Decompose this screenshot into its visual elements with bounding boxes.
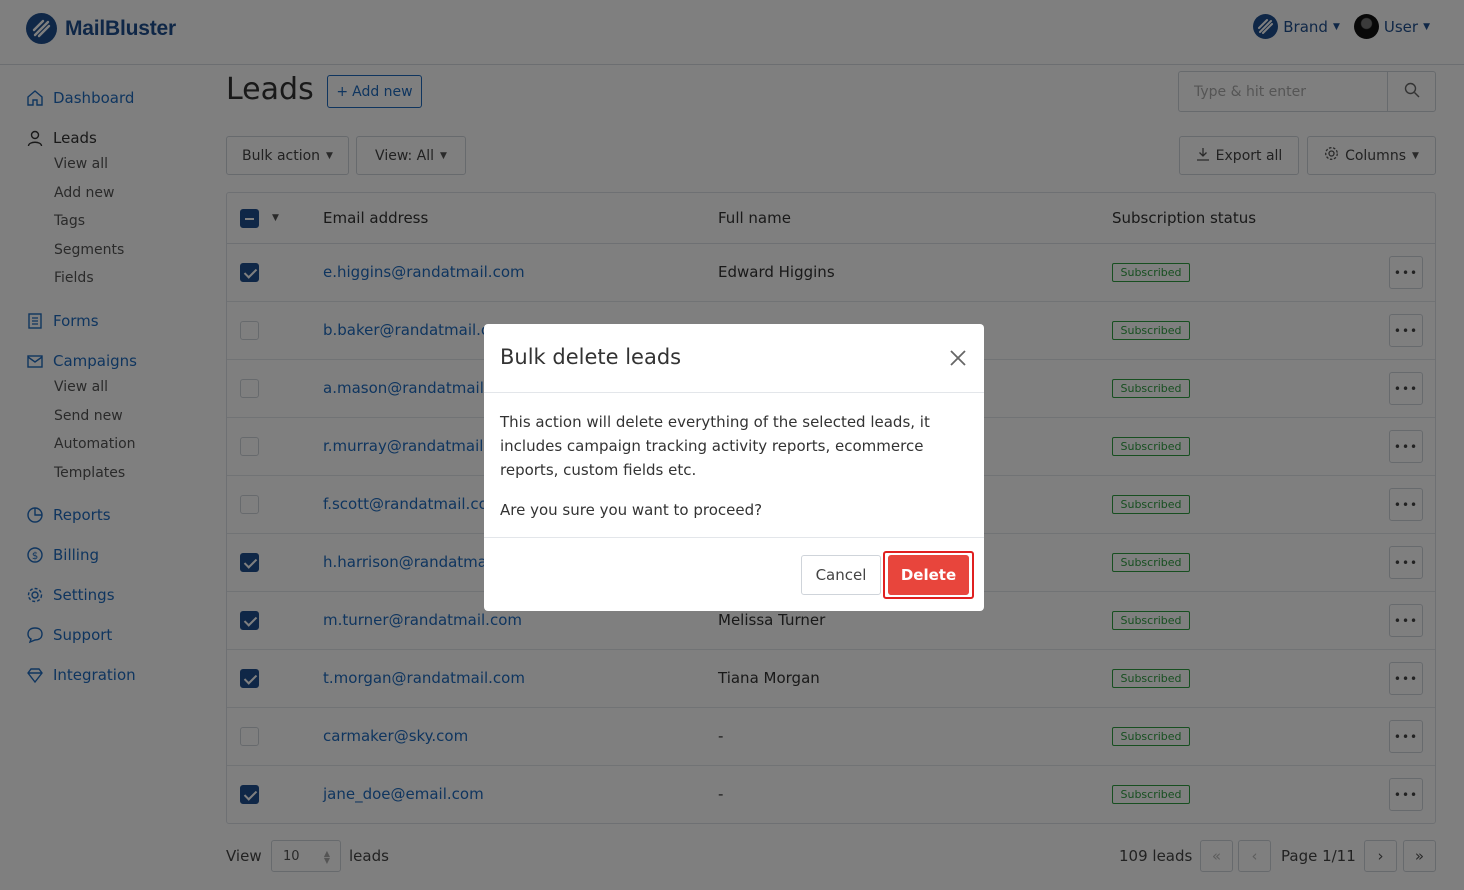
modal-message: This action will delete everything of th… bbox=[500, 413, 930, 479]
close-button[interactable] bbox=[948, 348, 968, 368]
modal-title: Bulk delete leads bbox=[500, 345, 682, 369]
modal-footer: Cancel Delete bbox=[484, 537, 984, 611]
modal-confirm-question: Are you sure you want to proceed? bbox=[500, 501, 763, 519]
bulk-delete-modal: Bulk delete leads This action will delet… bbox=[484, 324, 984, 611]
modal-body: This action will delete everything of th… bbox=[500, 410, 968, 522]
delete-button-highlight: Delete bbox=[883, 551, 974, 599]
modal-header: Bulk delete leads bbox=[484, 324, 984, 393]
cancel-button[interactable]: Cancel bbox=[801, 555, 881, 595]
delete-button[interactable]: Delete bbox=[888, 555, 969, 595]
close-icon bbox=[950, 350, 966, 366]
